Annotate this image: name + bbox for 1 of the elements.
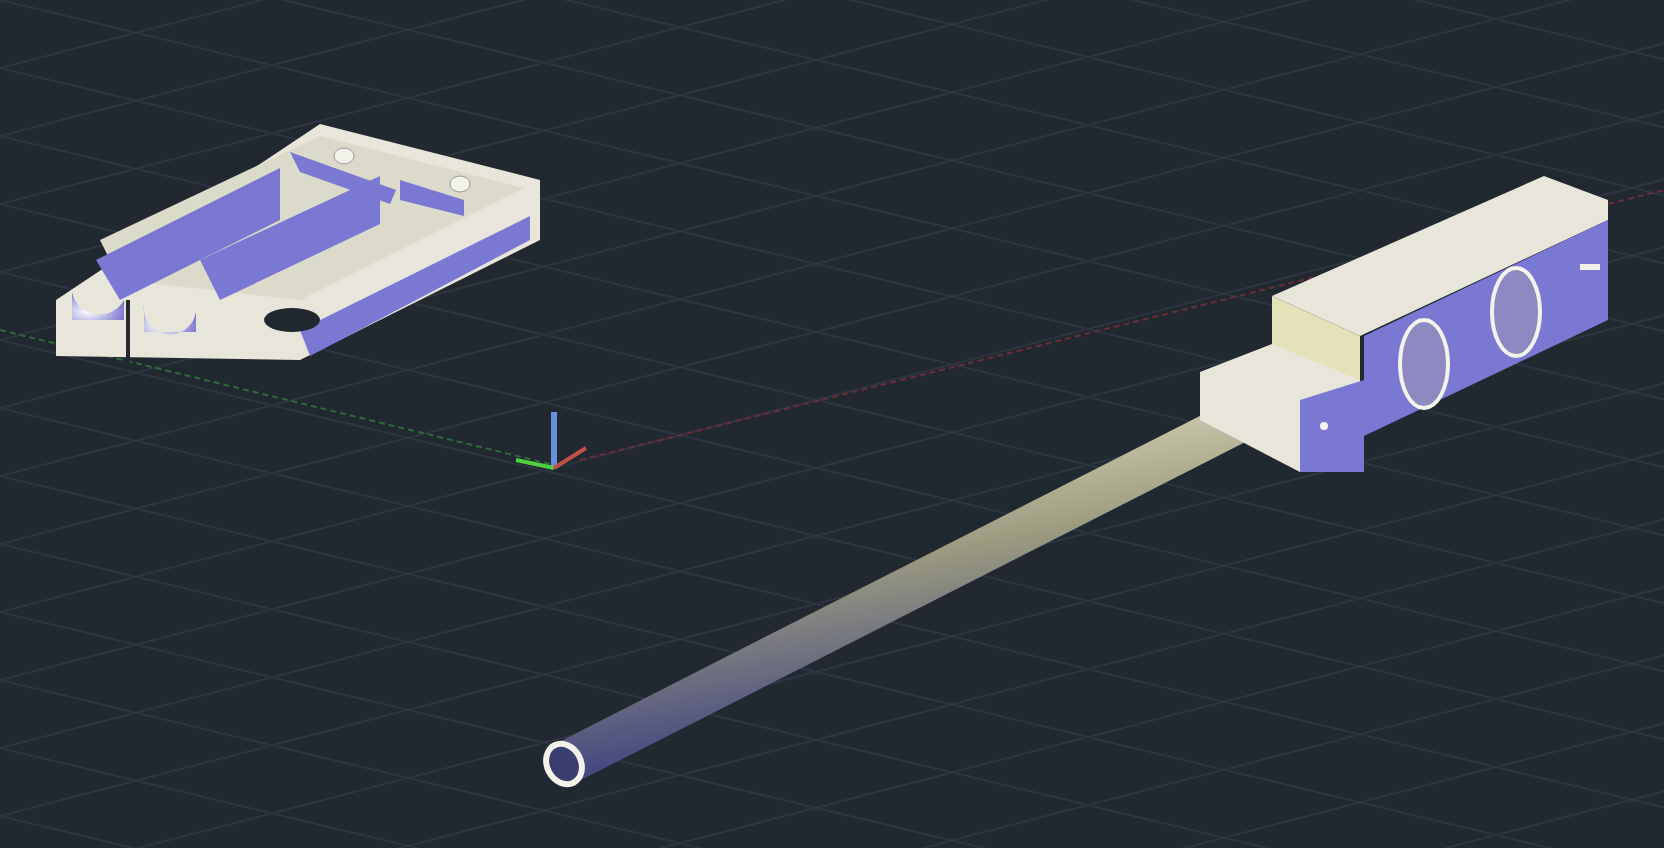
model-viewport[interactable] (0, 0, 1664, 848)
